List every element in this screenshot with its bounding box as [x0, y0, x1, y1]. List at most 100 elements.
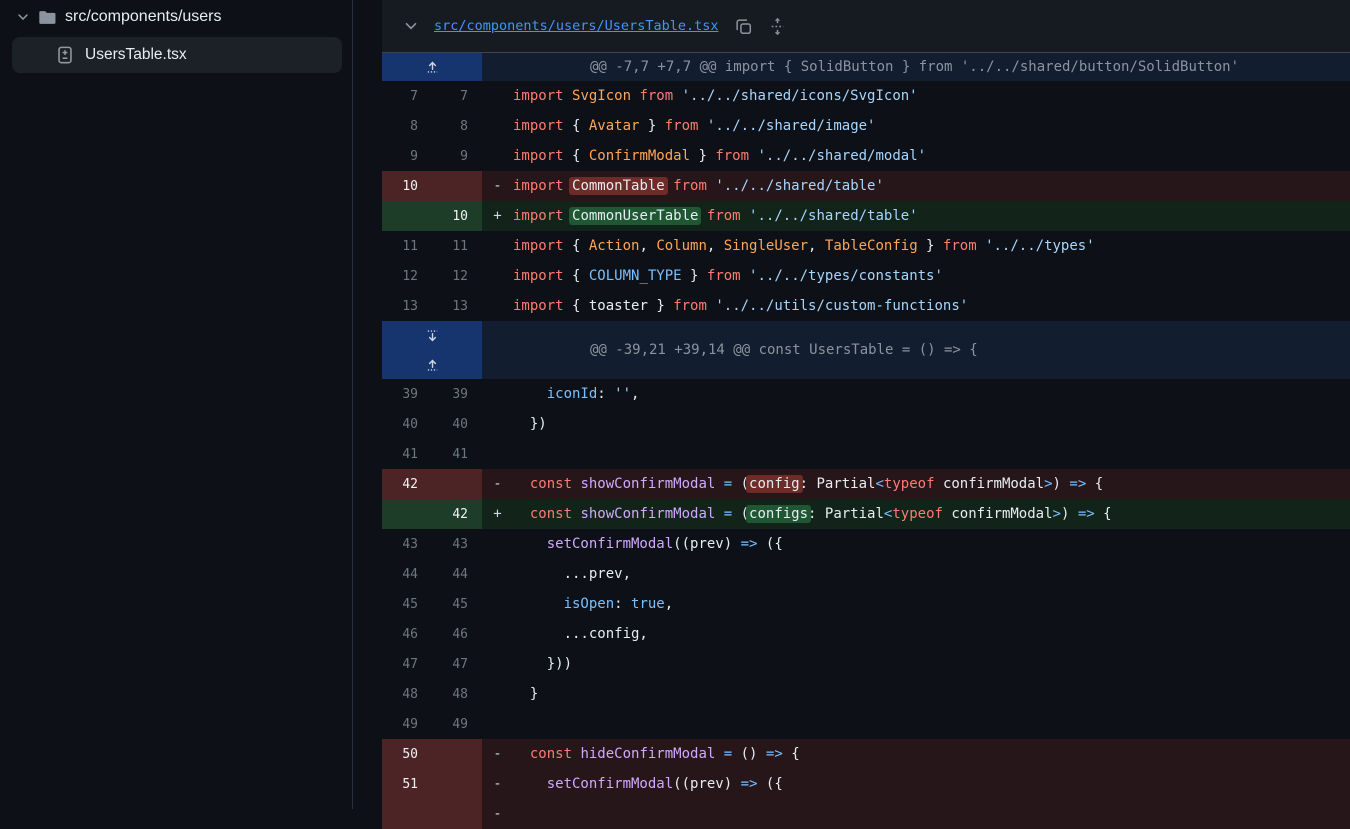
hunk-expand-gutter[interactable] — [382, 321, 482, 379]
collapse-file-chevron-down-icon[interactable] — [403, 18, 419, 34]
file-label: UsersTable.tsx — [85, 46, 187, 64]
diff-row-deletion: 10-import CommonTable from '../../shared… — [382, 171, 1350, 201]
new-line-number[interactable]: 12 — [432, 269, 482, 284]
new-line-number[interactable]: 10 — [432, 209, 482, 224]
new-line-number[interactable]: 9 — [432, 149, 482, 164]
line-number-gutter: 4343 — [382, 529, 482, 559]
code-line: setConfirmModal((prev) => ({ — [513, 776, 783, 792]
expand-up-icon[interactable] — [382, 350, 482, 379]
new-line-number[interactable]: 7 — [432, 89, 482, 104]
line-number-gutter: 4646 — [382, 619, 482, 649]
old-line-number[interactable]: 42 — [382, 477, 432, 492]
new-line-number[interactable]: 47 — [432, 657, 482, 672]
copy-icon[interactable] — [735, 18, 752, 35]
diff-hunk-header: @@ -7,7 +7,7 @@ import { SolidButton } f… — [382, 53, 1350, 81]
diff-row-addition: 10+import CommonUserTable from '../../sh… — [382, 201, 1350, 231]
code-line: ...prev, — [513, 566, 631, 582]
code-line: import { toaster } from '../../utils/cus… — [513, 298, 968, 314]
old-line-number[interactable]: 40 — [382, 417, 432, 432]
diff-row-context: 4747 })) — [382, 649, 1350, 679]
line-number-gutter: 4545 — [382, 589, 482, 619]
old-line-number[interactable]: 50 — [382, 747, 432, 762]
old-line-number[interactable]: 7 — [382, 89, 432, 104]
old-line-number[interactable]: 46 — [382, 627, 432, 642]
diff-row-context: 77 import SvgIcon from '../../shared/icon… — [382, 81, 1350, 111]
diff-row-deletion: 51 - setConfirmModal((prev) => ({ — [382, 769, 1350, 799]
diff-marker: + — [482, 506, 513, 522]
diff-marker: - — [482, 476, 513, 492]
line-number-gutter: 88 — [382, 111, 482, 141]
line-number-gutter: 42 — [382, 469, 482, 499]
diff-row-context: 1313 import { toaster } from '../../utils… — [382, 291, 1350, 321]
expand-down-icon[interactable] — [382, 321, 482, 350]
old-line-number[interactable]: 39 — [382, 387, 432, 402]
code-line: isOpen: true, — [513, 596, 673, 612]
line-number-gutter: 1111 — [382, 231, 482, 261]
removed-word-highlight: config — [746, 475, 803, 493]
old-line-number[interactable]: 10 — [382, 179, 432, 194]
new-line-number[interactable]: 44 — [432, 567, 482, 582]
new-line-number[interactable]: 40 — [432, 417, 482, 432]
line-number-gutter: 10 — [382, 171, 482, 201]
file-path-link[interactable]: src/components/users/UsersTable.tsx — [434, 18, 718, 34]
sidebar-file-users-table[interactable]: UsersTable.tsx — [12, 37, 342, 73]
code-line: } — [513, 686, 538, 702]
code-line: const showConfirmModal = (config: Partia… — [513, 476, 1103, 492]
chevron-down-icon[interactable] — [16, 10, 30, 24]
new-line-number[interactable]: 49 — [432, 717, 482, 732]
old-line-number[interactable]: 8 — [382, 119, 432, 134]
line-number-gutter: 4040 — [382, 409, 482, 439]
new-line-number[interactable]: 42 — [432, 507, 482, 522]
diff-row-context: 4444 ...prev, — [382, 559, 1350, 589]
line-number-gutter — [382, 799, 482, 829]
old-line-number[interactable]: 44 — [382, 567, 432, 582]
code-line: setConfirmModal((prev) => ({ — [513, 536, 783, 552]
new-line-number[interactable]: 46 — [432, 627, 482, 642]
code-line: })) — [513, 656, 572, 672]
line-number-gutter: 1212 — [382, 261, 482, 291]
old-line-number[interactable]: 41 — [382, 447, 432, 462]
line-number-gutter: 51 — [382, 769, 482, 799]
hunk-expand-gutter[interactable] — [382, 53, 482, 81]
diff-row-context: 4545 isOpen: true, — [382, 589, 1350, 619]
expand-all-icon[interactable] — [769, 17, 786, 36]
diff-panel: src/components/users/UsersTable.tsx @@ -… — [382, 0, 1350, 809]
new-line-number[interactable]: 11 — [432, 239, 482, 254]
code-line: iconId: '', — [513, 386, 639, 402]
diff-row-deletion: - — [382, 799, 1350, 829]
old-line-number[interactable]: 11 — [382, 239, 432, 254]
diff-file-header: src/components/users/UsersTable.tsx — [382, 0, 1350, 53]
sidebar-folder-row[interactable]: src/components/users — [0, 4, 352, 30]
line-number-gutter: 10 — [382, 201, 482, 231]
added-word-highlight: configs — [746, 505, 811, 523]
line-number-gutter: 50 — [382, 739, 482, 769]
hunk-header-text: @@ -39,21 +39,14 @@ const UsersTable = (… — [590, 342, 978, 358]
old-line-number[interactable]: 51 — [382, 777, 432, 792]
old-line-number[interactable]: 13 — [382, 299, 432, 314]
line-number-gutter: 3939 — [382, 379, 482, 409]
new-line-number[interactable]: 45 — [432, 597, 482, 612]
code-line: ...config, — [513, 626, 648, 642]
old-line-number[interactable]: 48 — [382, 687, 432, 702]
new-line-number[interactable]: 39 — [432, 387, 482, 402]
new-line-number[interactable]: 43 — [432, 537, 482, 552]
code-line: import SvgIcon from '../../shared/icons/… — [513, 88, 918, 104]
new-line-number[interactable]: 8 — [432, 119, 482, 134]
new-line-number[interactable]: 13 — [432, 299, 482, 314]
diff-marker: - — [482, 776, 513, 792]
old-line-number[interactable]: 12 — [382, 269, 432, 284]
diff-marker: + — [482, 208, 513, 224]
new-line-number[interactable]: 48 — [432, 687, 482, 702]
old-line-number[interactable]: 9 — [382, 149, 432, 164]
old-line-number[interactable]: 43 — [382, 537, 432, 552]
line-number-gutter: 42 — [382, 499, 482, 529]
expand-up-icon[interactable] — [382, 53, 482, 81]
old-line-number[interactable]: 45 — [382, 597, 432, 612]
old-line-number[interactable]: 49 — [382, 717, 432, 732]
diff-row-context: 1111import { Action, Column, SingleUser,… — [382, 231, 1350, 261]
diff-body: @@ -7,7 +7,7 @@ import { SolidButton } f… — [382, 53, 1350, 829]
new-line-number[interactable]: 41 — [432, 447, 482, 462]
old-line-number[interactable]: 47 — [382, 657, 432, 672]
line-number-gutter: 1313 — [382, 291, 482, 321]
diff-row-context: 3939 iconId: '', — [382, 379, 1350, 409]
